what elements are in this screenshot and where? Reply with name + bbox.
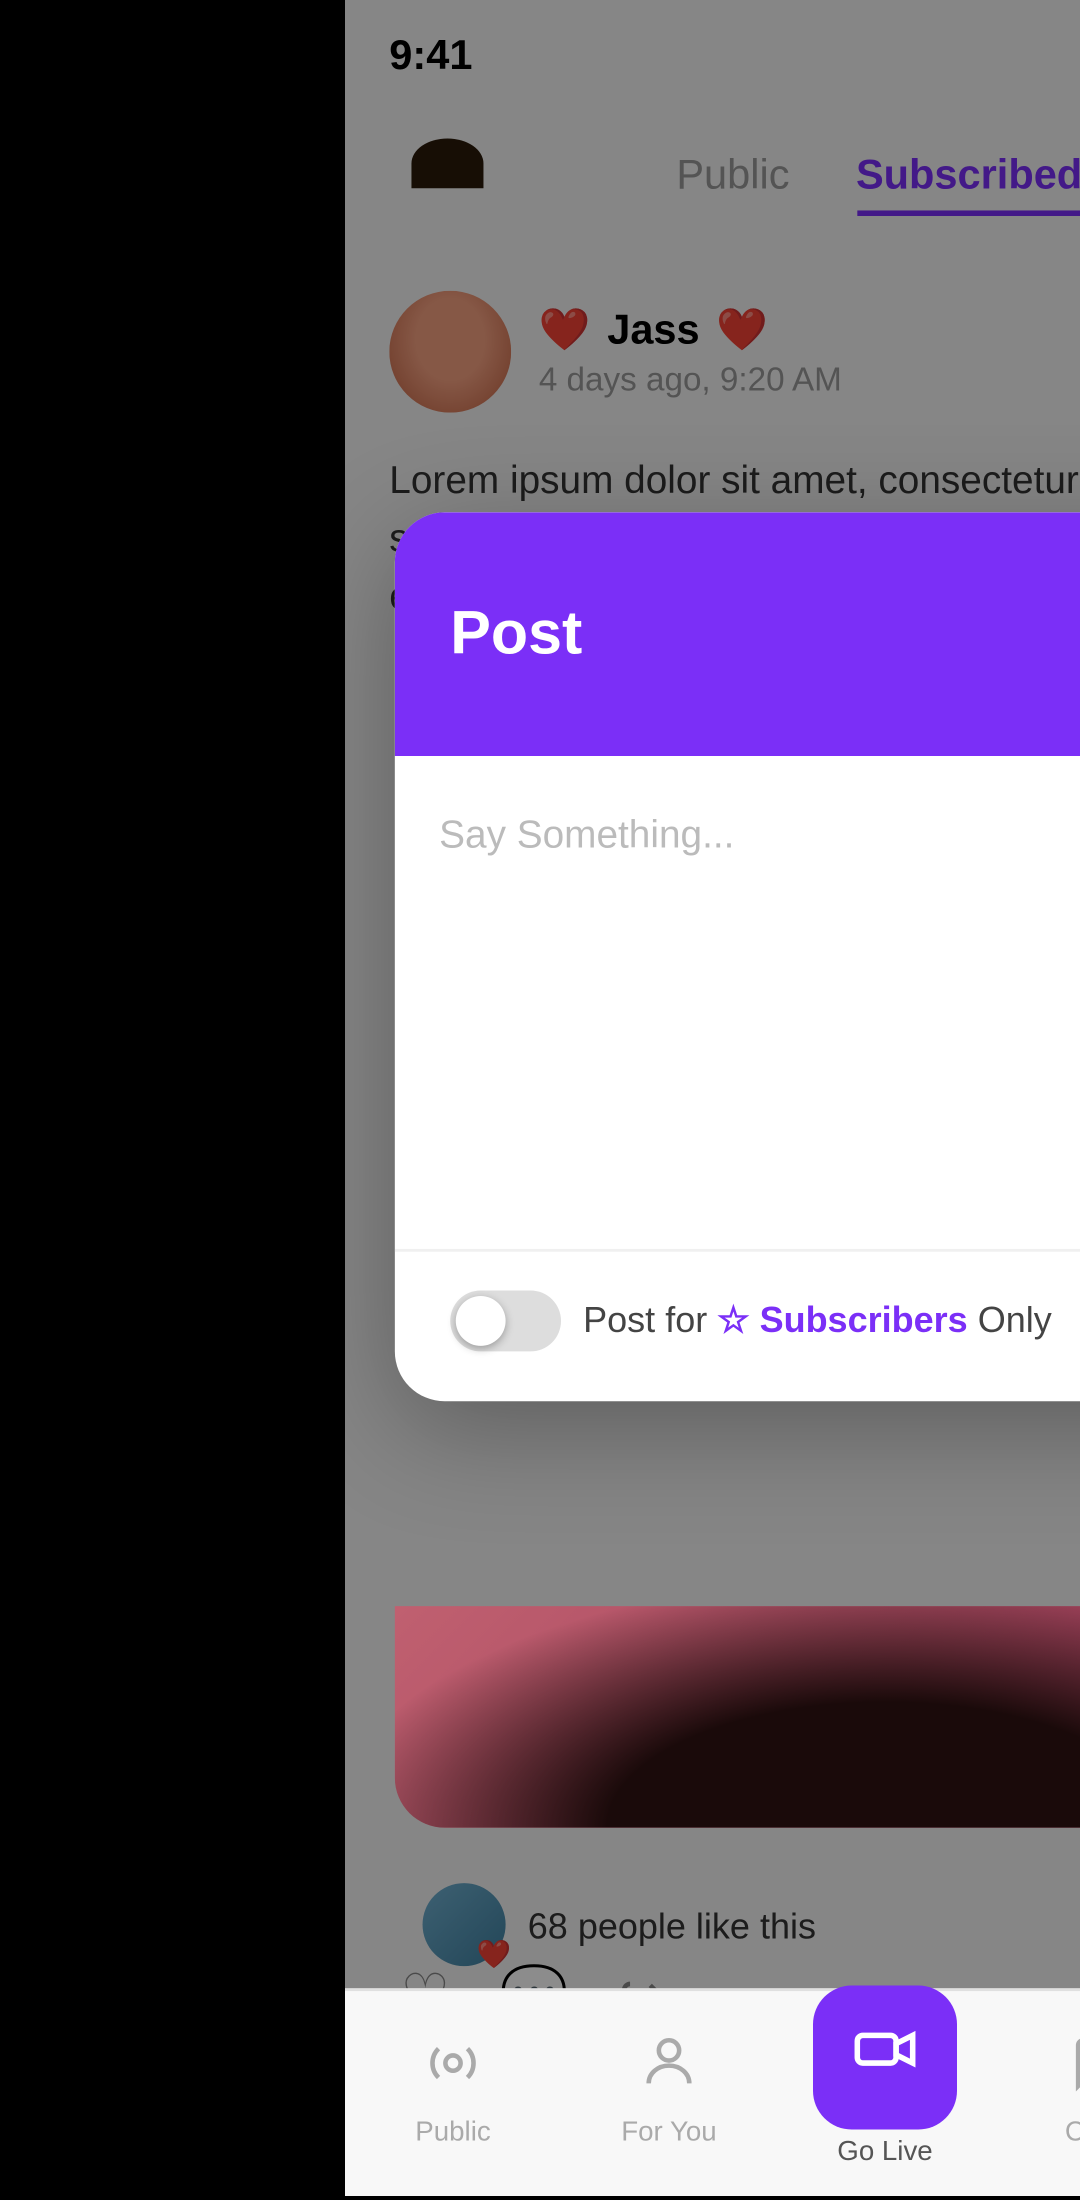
nav-item-foryou[interactable]: For You — [561, 2033, 777, 2149]
post-modal: Post Say Something... — [395, 512, 1080, 1401]
post-image-area — [395, 1606, 1080, 1828]
nav-label-chats: Chats — [1065, 2118, 1080, 2148]
person-icon — [639, 2033, 700, 2111]
toggle-wrap: Post for ☆ Subscribers Only — [450, 1290, 1052, 1351]
post-placeholder[interactable]: Say Something... — [439, 800, 1080, 866]
modal-footer: Post for ☆ Subscribers Only — [395, 1249, 1080, 1401]
subscribers-toggle[interactable] — [450, 1290, 561, 1351]
chat-icon — [1071, 2033, 1080, 2111]
broadcast-icon — [423, 2033, 484, 2111]
nav-label-public: Public — [415, 2118, 490, 2148]
bottom-nav: Public For You — [345, 1988, 1080, 2196]
subscribers-link[interactable]: ☆ Subscribers — [717, 1299, 977, 1341]
nav-item-public[interactable]: Public — [345, 2033, 561, 2149]
modal-header: Post — [395, 512, 1080, 756]
text-area-wrap: Say Something... — [439, 800, 1080, 1204]
nav-label-golive: Go Live — [837, 2138, 932, 2168]
modal-body: Say Something... — [395, 756, 1080, 1249]
video-camera-icon — [852, 2016, 918, 2099]
nav-item-golive[interactable]: Go Live — [777, 2013, 993, 2168]
toggle-knob — [456, 1296, 506, 1346]
nav-label-foryou: For You — [621, 2118, 716, 2148]
nav-item-chats[interactable]: Chats — [993, 2033, 1080, 2149]
modal-title: Post — [450, 598, 582, 670]
go-live-button[interactable] — [813, 1986, 957, 2130]
toggle-label: Post for ☆ Subscribers Only — [583, 1299, 1052, 1343]
